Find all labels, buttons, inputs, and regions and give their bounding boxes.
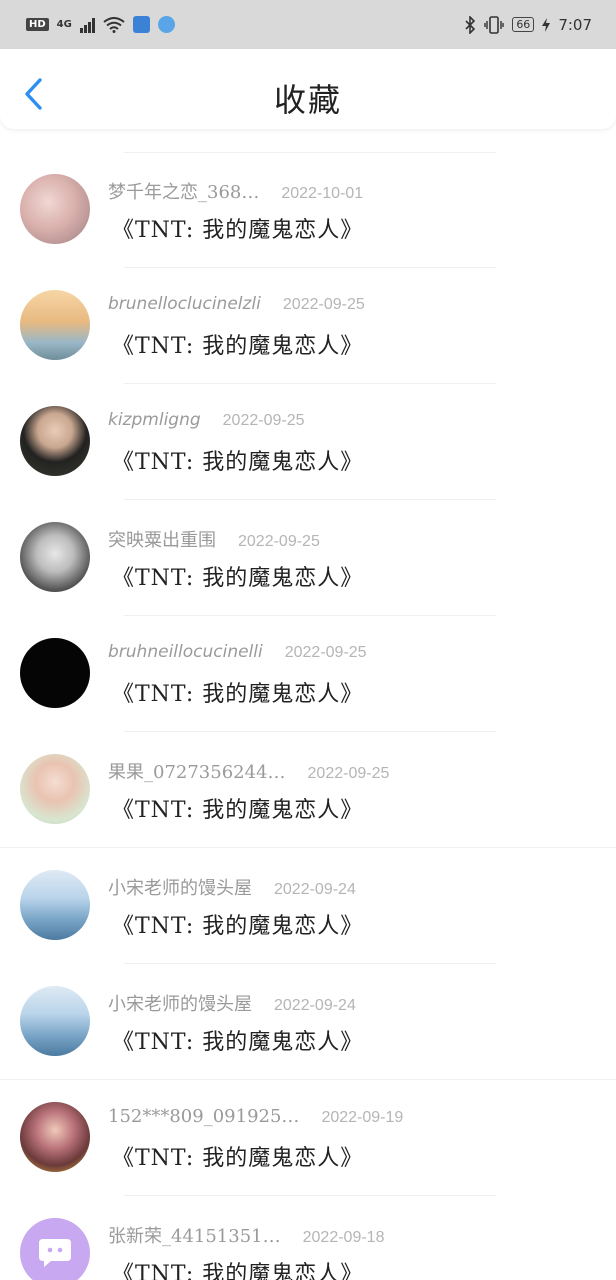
avatar[interactable] bbox=[20, 638, 90, 708]
item-meta: kizpmligng 2022-09-25 bbox=[108, 410, 305, 430]
network-type: 4G bbox=[56, 19, 72, 30]
avatar[interactable] bbox=[20, 174, 90, 244]
date: 2022-09-19 bbox=[321, 1109, 404, 1126]
wifi-icon bbox=[103, 16, 125, 33]
date: 2022-09-25 bbox=[284, 644, 367, 661]
item-meta: brunelloclucinelzli 2022-09-25 bbox=[108, 294, 365, 314]
list-item[interactable]: 果果_0727356244… 2022-09-25 《TNT: 我的魔鬼恋人》 bbox=[0, 732, 616, 848]
list-item[interactable]: bruhneillocucinelli 2022-09-25 《TNT: 我的魔… bbox=[0, 616, 616, 732]
vibrate-icon bbox=[484, 15, 505, 34]
chat-bubble-icon bbox=[39, 1239, 71, 1267]
book-title[interactable]: 《TNT: 我的魔鬼恋人》 bbox=[112, 444, 363, 476]
username: 果果_0727356244… bbox=[108, 762, 286, 783]
username: 小宋老师的馒头屋 bbox=[108, 878, 252, 899]
charging-icon bbox=[542, 17, 551, 32]
security-shield-icon bbox=[132, 16, 150, 33]
item-meta: 突映粟出重围 2022-09-25 bbox=[108, 526, 320, 552]
date: 2022-09-25 bbox=[222, 412, 305, 429]
date: 2022-09-25 bbox=[307, 765, 390, 782]
date: 2022-09-25 bbox=[282, 296, 365, 313]
avatar[interactable] bbox=[20, 522, 90, 592]
list-item[interactable]: kizpmligng 2022-09-25 《TNT: 我的魔鬼恋人》 bbox=[0, 384, 616, 500]
book-title[interactable]: 《TNT: 我的魔鬼恋人》 bbox=[112, 908, 363, 940]
status-left: HD 4G bbox=[26, 16, 175, 33]
item-meta: 小宋老师的馒头屋 2022-09-24 bbox=[108, 990, 356, 1016]
username: 突映粟出重围 bbox=[108, 530, 216, 551]
page-title: 收藏 bbox=[273, 81, 342, 119]
item-meta: 152***809_091925… 2022-09-19 bbox=[108, 1106, 403, 1127]
book-title[interactable]: 《TNT: 我的魔鬼恋人》 bbox=[112, 1024, 363, 1056]
date: 2022-09-25 bbox=[238, 533, 320, 550]
username: 张新荣_44151351… bbox=[108, 1226, 281, 1247]
list-item[interactable]: 张新荣_44151351… 2022-09-18 《TNT: 我的魔鬼恋人》 bbox=[0, 1196, 616, 1280]
username: brunelloclucinelzli bbox=[108, 294, 261, 314]
status-right: 66 7:07 bbox=[464, 15, 592, 34]
username: 小宋老师的馒头屋 bbox=[108, 994, 252, 1015]
item-meta: 张新荣_44151351… 2022-09-18 bbox=[108, 1222, 384, 1248]
bluetooth-icon bbox=[465, 15, 476, 34]
date: 2022-10-01 bbox=[281, 185, 364, 202]
book-title[interactable]: 《TNT: 我的魔鬼恋人》 bbox=[112, 560, 363, 592]
date: 2022-09-24 bbox=[274, 881, 356, 898]
date: 2022-09-18 bbox=[302, 1229, 385, 1246]
book-title[interactable]: 《TNT: 我的魔鬼恋人》 bbox=[112, 676, 363, 708]
list-item[interactable]: 小宋老师的馒头屋 2022-09-24 《TNT: 我的魔鬼恋人》 bbox=[0, 848, 616, 964]
item-meta: 小宋老师的馒头屋 2022-09-24 bbox=[108, 874, 356, 900]
username: bruhneillocucinelli bbox=[108, 642, 263, 662]
list-item[interactable]: 小宋老师的馒头屋 2022-09-24 《TNT: 我的魔鬼恋人》 bbox=[0, 964, 616, 1080]
item-meta: bruhneillocucinelli 2022-09-25 bbox=[108, 642, 367, 662]
item-meta: 梦千年之恋_368… 2022-10-01 bbox=[108, 178, 363, 204]
avatar[interactable] bbox=[20, 406, 90, 476]
book-title[interactable]: 《TNT: 我的魔鬼恋人》 bbox=[112, 792, 363, 824]
book-title[interactable]: 《TNT: 我的魔鬼恋人》 bbox=[112, 1140, 363, 1172]
book-title[interactable]: 《TNT: 我的魔鬼恋人》 bbox=[112, 1256, 363, 1280]
avatar[interactable] bbox=[20, 290, 90, 360]
clock: 7:07 bbox=[558, 15, 592, 34]
item-meta: 果果_0727356244… 2022-09-25 bbox=[108, 758, 389, 784]
avatar[interactable] bbox=[20, 870, 90, 940]
username: 152***809_091925… bbox=[108, 1106, 300, 1127]
signal-icon bbox=[79, 17, 95, 33]
browser-globe-icon bbox=[157, 16, 175, 33]
list-item[interactable]: 152***809_091925… 2022-09-19 《TNT: 我的魔鬼恋… bbox=[0, 1080, 616, 1196]
username: kizpmligng bbox=[108, 410, 201, 430]
avatar[interactable] bbox=[20, 1218, 90, 1280]
status-bar: HD 4G 66 7:07 bbox=[0, 0, 616, 49]
avatar[interactable] bbox=[20, 1102, 90, 1172]
book-title[interactable]: 《TNT: 我的魔鬼恋人》 bbox=[112, 212, 363, 244]
list-item[interactable]: 梦千年之恋_368… 2022-10-01 《TNT: 我的魔鬼恋人》 bbox=[0, 152, 616, 268]
hd-badge: HD bbox=[26, 18, 49, 31]
avatar[interactable] bbox=[20, 986, 90, 1056]
avatar[interactable] bbox=[20, 754, 90, 824]
battery-icon: 66 bbox=[512, 17, 535, 32]
book-title[interactable]: 《TNT: 我的魔鬼恋人》 bbox=[112, 328, 363, 360]
nav-bar: 收藏 bbox=[0, 49, 616, 129]
username: 梦千年之恋_368… bbox=[108, 182, 260, 203]
date: 2022-09-24 bbox=[274, 997, 356, 1014]
list-item[interactable]: 突映粟出重围 2022-09-25 《TNT: 我的魔鬼恋人》 bbox=[0, 500, 616, 616]
favorites-list: 梦千年之恋_368… 2022-10-01 《TNT: 我的魔鬼恋人》 brun… bbox=[0, 152, 616, 1280]
list-item[interactable]: brunelloclucinelzli 2022-09-25 《TNT: 我的魔… bbox=[0, 268, 616, 384]
